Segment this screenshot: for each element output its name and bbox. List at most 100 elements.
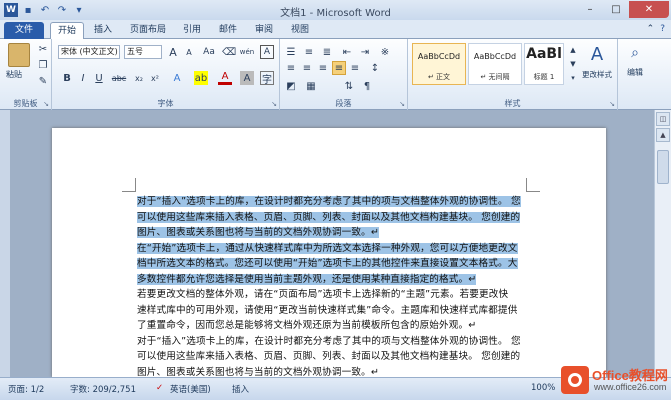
chinese-layout-icon[interactable]: ※ — [378, 45, 392, 59]
logo-url: www.office26.com — [594, 382, 667, 392]
style-heading-1[interactable]: AaBl 标题 1 — [524, 43, 564, 85]
subscript-icon[interactable]: x₂ — [132, 71, 146, 85]
underline-icon[interactable]: U — [92, 71, 106, 85]
margin-mark — [122, 178, 136, 192]
text-line[interactable]: 若要更改文档的整体外观，请在“页面布局”选项卡上选择新的“主题”元素。若要更改快 — [137, 287, 527, 303]
font-size-dropdown[interactable]: 五号 — [124, 45, 162, 59]
bullets-icon[interactable]: ☰ — [284, 45, 298, 59]
vertical-scrollbar[interactable]: ◫ ▲ — [654, 110, 671, 377]
clear-format-icon[interactable]: ⌫ — [222, 45, 236, 59]
strikethrough-icon[interactable]: abc — [112, 71, 126, 85]
change-styles-button[interactable]: 更改样式 — [576, 69, 618, 80]
font-color-icon[interactable]: A — [218, 71, 232, 85]
maximize-icon[interactable]: □ — [603, 1, 629, 18]
editing-button[interactable]: 编辑 — [618, 67, 652, 78]
tab-home[interactable]: 开始 — [50, 22, 84, 39]
align-left-icon[interactable]: ≡ — [284, 61, 298, 75]
tab-review[interactable]: 审阅 — [249, 22, 279, 39]
scroll-thumb[interactable] — [657, 150, 669, 184]
paste-icon[interactable] — [8, 43, 30, 67]
minimize-ribbon-icon[interactable]: ⌃ — [647, 24, 655, 34]
multilevel-list-icon[interactable]: ≣ — [320, 45, 334, 59]
change-case-icon[interactable]: Aa — [202, 45, 216, 59]
line-text: 可以使用这些库来插入表格、页眉、页脚、列表、封面以及其他文档构建基块。 您创建的 — [137, 211, 521, 223]
word-count[interactable]: 字数: 209/2,751 — [70, 383, 136, 395]
align-center-icon[interactable]: ≡ — [300, 61, 314, 75]
ribbon-tabs: 文件 开始 插入 页面布局 引用 邮件 审阅 视图 ⌃ ? — [0, 20, 671, 39]
text-line[interactable]: 在“开始”选项卡上，通过从快速样式库中为所选文本选择一种外观，您可以方便地更改文 — [137, 241, 527, 257]
styles-group: AaBbCcDd ↵ 正文 AaBbCcDd ↵ 无间隔 AaBl 标题 1 ▲… — [408, 39, 618, 110]
sort-icon[interactable]: ⇅ — [342, 79, 356, 93]
dialog-launcher-icon[interactable]: ↘ — [271, 100, 277, 108]
italic-icon[interactable]: I — [76, 71, 90, 85]
document-body[interactable]: 对于“插入”选项卡上的库，在设计时都充分考虑了其中的项与文档整体外观的协调性。 … — [137, 194, 527, 396]
text-line[interactable]: 图片、图表或关系图也将与当前的文档外观协调一致。↵ — [137, 225, 527, 241]
superscript-icon[interactable]: x² — [148, 71, 162, 85]
proofing-icon[interactable]: ✓ — [156, 383, 163, 393]
text-line[interactable]: 对于“插入”选项卡上的库，在设计时都充分考虑了其中的项与文档整体外观的协调性。 … — [137, 334, 527, 350]
ribbon: 粘贴 ✂ ❐ ✎ 剪贴板 ↘ 宋体 (中文正文) 五号 A A Aa ⌫ wén… — [0, 39, 671, 110]
paste-button[interactable]: 粘贴 — [6, 69, 22, 80]
enclose-char-icon[interactable]: 字 — [260, 71, 274, 86]
vertical-ruler — [0, 110, 10, 377]
zoom-level[interactable]: 100% — [531, 383, 555, 393]
text-effects-icon[interactable]: A — [170, 71, 184, 85]
tab-view[interactable]: 视图 — [285, 22, 315, 39]
decrease-indent-icon[interactable]: ⇤ — [340, 45, 354, 59]
grow-font-icon[interactable]: A — [166, 45, 180, 59]
show-marks-icon[interactable]: ¶ — [360, 79, 374, 93]
increase-indent-icon[interactable]: ⇥ — [358, 45, 372, 59]
line-text: 对于“插入”选项卡上的库，在设计时都充分考虑了其中的项与文档整体外观的协调性。 … — [137, 196, 521, 207]
page-count[interactable]: 页面: 1/2 — [8, 383, 44, 395]
scroll-up-icon[interactable]: ▲ — [656, 128, 670, 142]
line-text: 图片、图表或关系图也将与当前的文档外观协调一致。↵ — [137, 366, 380, 378]
help-icon[interactable]: ? — [660, 24, 665, 34]
insert-mode[interactable]: 插入 — [232, 383, 249, 395]
align-right-icon[interactable]: ≡ — [316, 61, 330, 75]
change-styles-icon[interactable]: A — [586, 43, 608, 65]
dialog-launcher-icon[interactable]: ↘ — [609, 100, 615, 108]
ruler-toggle-icon[interactable]: ◫ — [656, 112, 670, 126]
highlight-icon[interactable]: ab — [194, 71, 208, 85]
minimize-icon[interactable]: – — [577, 1, 603, 18]
text-line[interactable]: 了重置命令，因而您总是能够将文档外观还原为当前模板所包含的原始外观。↵ — [137, 318, 527, 334]
tab-insert[interactable]: 插入 — [88, 22, 118, 39]
char-border-icon[interactable]: A — [260, 45, 274, 59]
close-icon[interactable]: ✕ — [629, 1, 669, 18]
tab-mailings[interactable]: 邮件 — [213, 22, 243, 39]
text-line[interactable]: 可以使用这些库来插入表格、页眉、页脚、列表、封面以及其他文档构建基块。 您创建的 — [137, 349, 527, 365]
text-line[interactable]: 档中所选文本的格式。您还可以使用“开始”选项卡上的其他控件来直接设置文本格式。大 — [137, 256, 527, 272]
phonetic-guide-icon[interactable]: wén — [240, 45, 254, 59]
paragraph-label: 段落 — [335, 99, 352, 108]
cut-icon[interactable]: ✂ — [36, 42, 50, 56]
borders-icon[interactable]: ▦ — [304, 79, 318, 93]
tab-references[interactable]: 引用 — [177, 22, 207, 39]
title-bar: W ▪ ↶ ↷ ▾ 文档1 - Microsoft Word – □ ✕ — [0, 0, 671, 20]
language[interactable]: 英语(美国) — [170, 383, 211, 395]
find-icon[interactable]: ⌕ — [626, 43, 644, 63]
tab-page-layout[interactable]: 页面布局 — [124, 22, 172, 39]
font-group: 宋体 (中文正文) 五号 A A Aa ⌫ wén A B I U abc x₂… — [52, 39, 280, 110]
justify-icon[interactable]: ≡ — [332, 61, 346, 75]
text-line[interactable]: 对于“插入”选项卡上的库，在设计时都充分考虑了其中的项与文档整体外观的协调性。 … — [137, 194, 527, 210]
styles-scroll-up-icon[interactable]: ▲ — [566, 43, 580, 57]
format-painter-icon[interactable]: ✎ — [36, 74, 50, 88]
style-no-spacing[interactable]: AaBbCcDd ↵ 无间隔 — [468, 43, 522, 85]
tab-file[interactable]: 文件 — [4, 22, 44, 39]
line-spacing-icon[interactable]: ↕ — [368, 61, 382, 75]
distributed-icon[interactable]: ≡ — [348, 61, 362, 75]
char-shading-icon[interactable]: A — [240, 71, 254, 85]
text-line[interactable]: 可以使用这些库来插入表格、页眉、页脚、列表、封面以及其他文档构建基块。 您创建的 — [137, 210, 527, 226]
text-line[interactable]: 多数控件都允许您选择是使用当前主题外观，还是使用某种直接指定的格式。↵ — [137, 272, 527, 288]
line-text: 多数控件都允许您选择是使用当前主题外观，还是使用某种直接指定的格式。↵ — [137, 273, 477, 285]
shading-icon[interactable]: ◩ — [284, 79, 298, 93]
text-line[interactable]: 速样式库中的可用外观，请使用“更改当前快速样式集”命令。主题库和快速样式库都提供 — [137, 303, 527, 319]
dialog-launcher-icon[interactable]: ↘ — [43, 100, 49, 108]
font-name-dropdown[interactable]: 宋体 (中文正文) — [58, 45, 120, 59]
numbering-icon[interactable]: ≡ — [302, 45, 316, 59]
shrink-font-icon[interactable]: A — [182, 45, 196, 59]
style-normal[interactable]: AaBbCcDd ↵ 正文 — [412, 43, 466, 85]
dialog-launcher-icon[interactable]: ↘ — [399, 100, 405, 108]
copy-icon[interactable]: ❐ — [36, 58, 50, 72]
bold-icon[interactable]: B — [60, 71, 74, 85]
